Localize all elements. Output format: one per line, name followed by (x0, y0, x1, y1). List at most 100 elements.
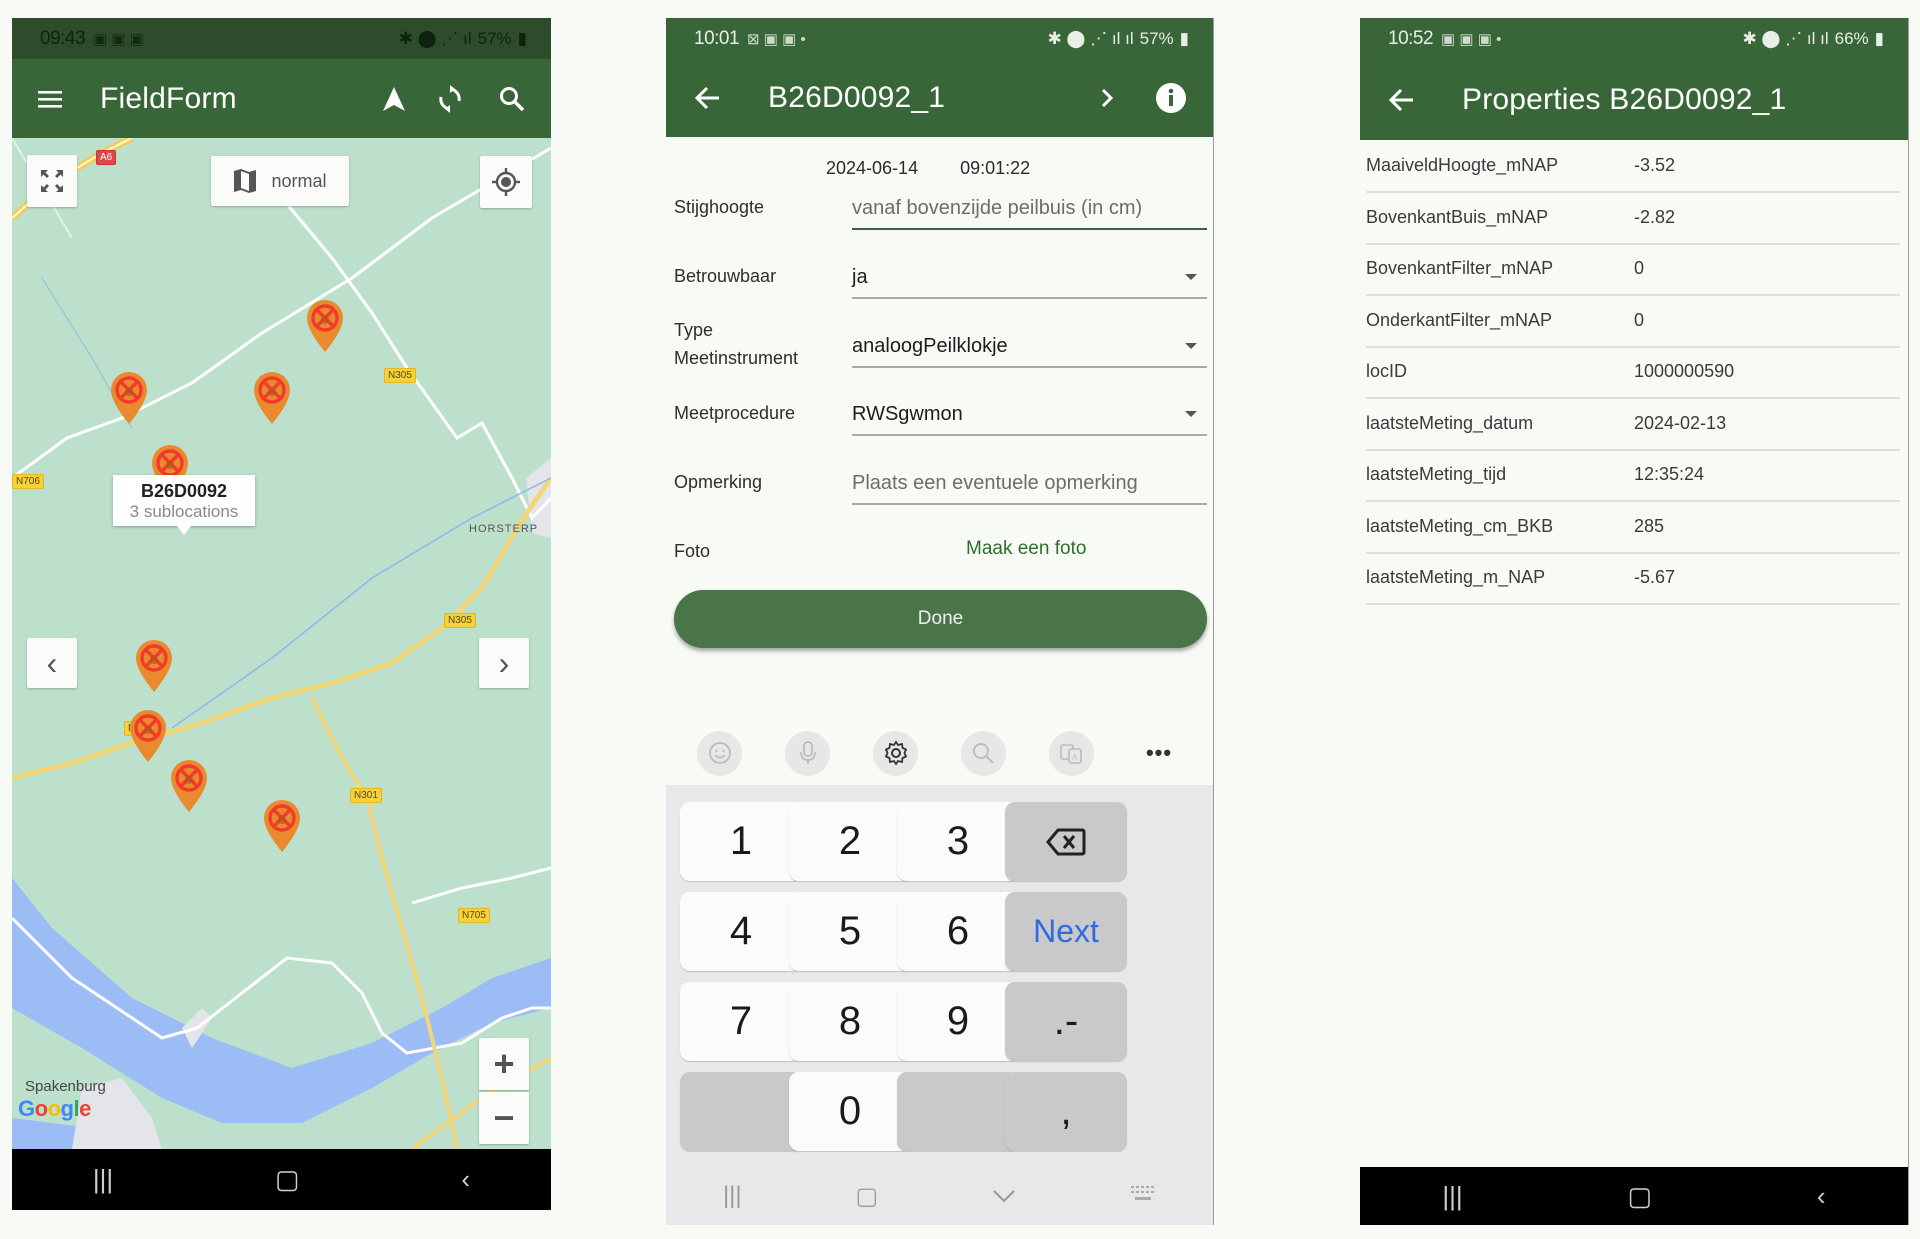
road-label-n305-north: N305 (384, 368, 416, 383)
key-5[interactable]: 5 (789, 892, 911, 971)
properties-title: Properties B26D0092_1 (1462, 82, 1787, 116)
key-label: 4 (729, 909, 753, 953)
notification-icons: ▣ ▣ ▣ • (1441, 30, 1502, 48)
location-marker[interactable] (305, 298, 345, 354)
home-button[interactable]: ▢ (1628, 1181, 1653, 1212)
notification-icons: ⊠ ▣ ▣ • (747, 30, 806, 48)
foto-label: Foto (674, 541, 711, 561)
key-2[interactable]: 2 (789, 802, 911, 881)
keyboard-toolbar: A ••• (666, 730, 1213, 776)
betrouwbaar-value: ja (852, 265, 868, 288)
location-marker[interactable] (109, 370, 149, 426)
property-row: BovenkantBuis_mNAP -2.82 (1366, 192, 1900, 245)
app-bar: Properties B26D0092_1 (1360, 59, 1908, 140)
location-marker[interactable] (252, 370, 292, 426)
opmerking-input[interactable]: Plaats een eventuele opmerking (852, 463, 1207, 505)
translate-button[interactable]: A (1048, 730, 1094, 776)
take-photo-link[interactable]: Maak een foto (966, 538, 1086, 560)
key-label: 2 (838, 819, 862, 863)
sync-icon (439, 84, 461, 113)
dropdown-arrow-icon (1185, 274, 1197, 280)
zoom-in-button[interactable]: + (479, 1038, 529, 1090)
home-button[interactable]: ▢ (275, 1164, 300, 1195)
emoji-button[interactable] (697, 730, 743, 776)
next-location-button[interactable]: › (479, 638, 529, 688)
property-row: OnderkantFilter_mNAP 0 (1366, 295, 1900, 348)
betrouwbaar-select[interactable]: ja (852, 257, 1207, 299)
recents-button[interactable]: ||| (723, 1182, 742, 1210)
my-location-button[interactable] (480, 156, 532, 208)
back-button[interactable] (1376, 88, 1426, 112)
meetprocedure-label: Meetprocedure (674, 403, 796, 423)
info-button[interactable] (1141, 82, 1201, 114)
measurement-date: 2024-06-14 (826, 158, 919, 178)
done-button[interactable]: Done (674, 590, 1207, 648)
status-time: 09:43 (40, 27, 86, 49)
sync-button[interactable] (419, 84, 481, 113)
key-6[interactable]: 6 (897, 892, 1019, 971)
chevron-right-icon: › (498, 645, 510, 681)
back-button[interactable] (682, 86, 732, 110)
navigate-button[interactable] (369, 86, 419, 112)
map-icon (234, 169, 257, 193)
property-row: laatsteMeting_m_NAP -5.67 (1366, 552, 1900, 605)
home-button[interactable]: ▢ (856, 1182, 879, 1211)
notification-icons: ▣ ▣ ▣ (93, 30, 144, 48)
back-button[interactable]: ‹ (1817, 1181, 1826, 1212)
navigation-arrow-icon (383, 86, 405, 111)
key-comma[interactable]: , (1005, 1072, 1127, 1151)
type-meetinstrument-value: analoogPeilklokje (852, 334, 1008, 357)
key-1[interactable]: 1 (680, 802, 802, 881)
more-options-icon[interactable]: ••• (1137, 740, 1182, 766)
key-label: .- (1053, 999, 1079, 1043)
keyboard-search-button[interactable] (960, 730, 1006, 776)
plus-icon: + (493, 1043, 515, 1084)
search-button[interactable] (481, 86, 543, 112)
previous-location-button[interactable]: ‹ (27, 638, 77, 688)
keyboard-switch-button[interactable] (1130, 1182, 1156, 1210)
key-8[interactable]: 8 (789, 982, 911, 1061)
key-blank[interactable] (680, 1072, 802, 1151)
place-label-spakenburg: Spakenburg (25, 1078, 106, 1095)
location-marker[interactable] (134, 638, 174, 694)
local-road (280, 197, 551, 521)
key-dot-minus[interactable]: .- (1005, 982, 1127, 1061)
key-0[interactable]: 0 (789, 1072, 911, 1151)
location-marker[interactable] (169, 758, 209, 814)
measurement-datetime: 2024-06-14 09:01:22 (826, 158, 1030, 179)
meetprocedure-select[interactable]: RWSgwmon (852, 394, 1207, 436)
keyboard-settings-button[interactable] (873, 730, 919, 776)
property-row: laatsteMeting_datum 2024-02-13 (1366, 398, 1900, 451)
key-4[interactable]: 4 (680, 892, 802, 971)
key-9[interactable]: 9 (897, 982, 1019, 1061)
location-marker[interactable] (128, 708, 168, 764)
property-value: -3.52 (1634, 155, 1676, 175)
keyboard-nav-bar: ||| ▢ (666, 1167, 1213, 1225)
key-7[interactable]: 7 (680, 982, 802, 1061)
type-meetinstrument-select[interactable]: analoogPeilklokje (852, 326, 1207, 368)
hide-keyboard-button[interactable] (992, 1182, 1016, 1210)
map-view[interactable]: A6 N305 N706 N305 N305 N301 N705 HORSTER… (12, 138, 551, 1149)
next-location-button[interactable] (1087, 87, 1127, 109)
stijghoogte-input[interactable]: vanaf bovenzijde peilbuis (in cm) (852, 188, 1207, 230)
location-info-window[interactable]: B26D0092 3 sublocations (113, 475, 255, 535)
fullscreen-button[interactable] (27, 155, 77, 207)
measurement-time: 09:01:22 (960, 158, 1031, 178)
zoom-out-button[interactable]: − (479, 1092, 529, 1144)
key-next[interactable]: Next (1005, 892, 1127, 971)
key-blank[interactable] (897, 1072, 1019, 1151)
recents-button[interactable]: ||| (1442, 1181, 1462, 1212)
key-3[interactable]: 3 (897, 802, 1019, 881)
property-value: -5.67 (1634, 567, 1676, 587)
back-button[interactable]: ‹ (461, 1164, 470, 1195)
recents-button[interactable]: ||| (93, 1164, 113, 1195)
map-type-button[interactable]: normal (211, 156, 349, 206)
voice-input-button[interactable] (785, 730, 831, 776)
key-label: 5 (838, 909, 862, 953)
key-label: , (1060, 1089, 1072, 1133)
key-backspace[interactable] (1005, 802, 1127, 881)
menu-button[interactable] (20, 89, 80, 109)
google-logo: Google (18, 1096, 91, 1121)
system-nav-bar: ||| ▢ ‹ (12, 1149, 551, 1210)
location-marker[interactable] (262, 798, 302, 854)
